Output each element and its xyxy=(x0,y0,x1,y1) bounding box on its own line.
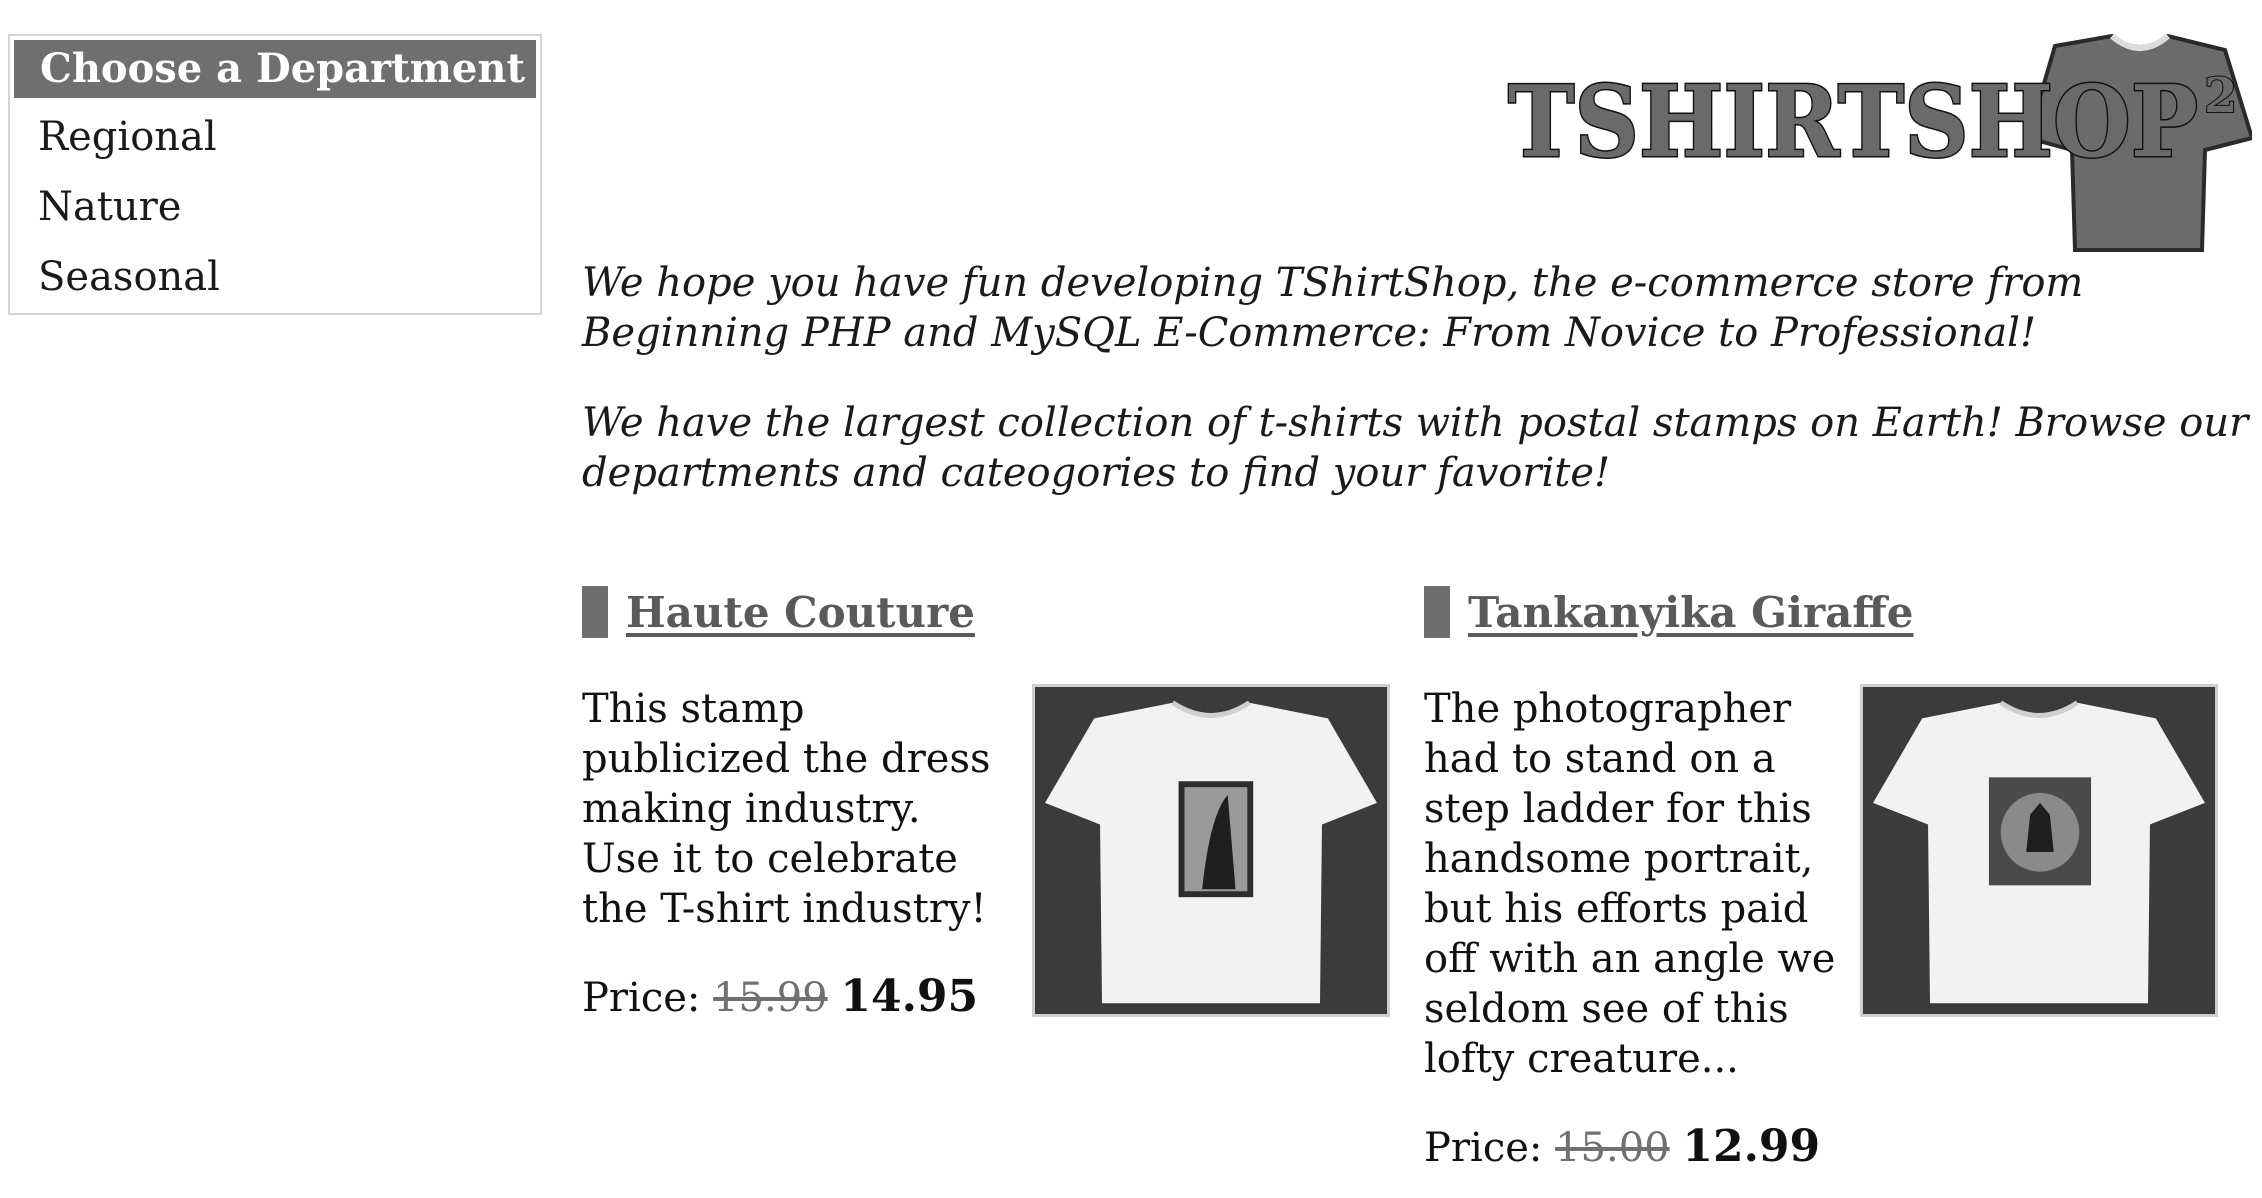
logo-superscript: 2 xyxy=(2204,68,2237,124)
logo-text: TSHIRTSHOP xyxy=(1508,65,2198,180)
department-menu: Choose a Department Regional Nature Seas… xyxy=(8,34,542,315)
price-line: Price: 15.99 14.95 xyxy=(582,972,1002,1023)
product-description: The photographer had to stand on a step … xyxy=(1424,686,1836,1082)
intro-paragraph-1: We hope you have fun developing TShirtSh… xyxy=(582,260,2084,356)
intro-paragraph-2: We have the largest collection of t-shir… xyxy=(582,400,2249,496)
product-description: This stamp publicized the dress making i… xyxy=(582,686,991,932)
department-list: Regional Nature Seasonal xyxy=(10,98,540,312)
old-price: 15.99 xyxy=(713,975,828,1021)
department-menu-header: Choose a Department xyxy=(14,40,536,98)
old-price: 15.00 xyxy=(1555,1125,1670,1171)
new-price: 14.95 xyxy=(840,971,979,1022)
tshirt-icon: TSHIRTSHOP 2 xyxy=(1507,33,2255,252)
product-title: Haute Couture xyxy=(582,584,975,640)
product-name-link[interactable]: Tankanyika Giraffe xyxy=(1468,588,1914,637)
title-marker xyxy=(582,586,608,638)
department-item-nature[interactable]: Nature xyxy=(10,172,540,242)
price-line: Price: 15.00 12.99 xyxy=(1424,1122,1844,1173)
product-description-block: This stamp publicized the dress making i… xyxy=(582,684,1002,1023)
product-title: Tankanyika Giraffe xyxy=(1424,584,1914,640)
title-marker xyxy=(1424,586,1450,638)
intro-text: We hope you have fun developing TShirtSh… xyxy=(582,258,2252,538)
product-image[interactable] xyxy=(1032,684,1390,1017)
new-price: 12.99 xyxy=(1682,1121,1821,1172)
product-name-link[interactable]: Haute Couture xyxy=(626,588,975,637)
department-item-seasonal[interactable]: Seasonal xyxy=(10,242,540,312)
product-image[interactable] xyxy=(1860,684,2218,1017)
price-label: Price: xyxy=(582,975,701,1021)
price-label: Price: xyxy=(1424,1125,1543,1171)
department-item-regional[interactable]: Regional xyxy=(10,102,540,172)
tshirt-stamp-image xyxy=(1863,687,2215,1014)
site-logo[interactable]: TSHIRTSHOP 2 xyxy=(1500,28,2255,258)
tshirt-stamp-image xyxy=(1035,687,1387,1014)
product-description-block: The photographer had to stand on a step … xyxy=(1424,684,1844,1173)
